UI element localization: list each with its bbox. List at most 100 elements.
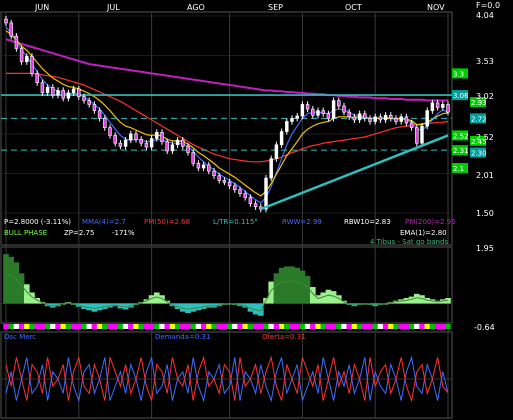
indicator-zp: ZP=2.75 [64,229,94,237]
candle-body [404,116,409,124]
phase-strip-cell [13,324,20,329]
phase-strip-cell [29,324,35,329]
candle-body [212,170,216,177]
candle-body [191,152,195,164]
phase-strip-cell [289,324,295,329]
tibus-bar [278,267,285,304]
candle-body [347,111,351,118]
candle-body [201,164,206,169]
candle-body [77,88,81,97]
phase-strip-cell [237,324,243,329]
phase-strip-cell [50,324,56,329]
phase-strip-cell [185,324,191,329]
indicator-rbw: RBW10=2.83 [344,218,391,226]
phase-strip-cell [70,324,77,329]
candle-body [316,110,320,116]
indicator-rww: RWW=2.99 [282,218,322,226]
price-tick-label: 2.01 [476,171,494,180]
price-tag-label: 2.1 [453,165,464,173]
indicator-pm50: PM(50)=2.68 [144,218,190,226]
phase-strip-cell [190,324,196,329]
candle-body [285,121,289,132]
candle-body [108,127,112,136]
indicator-pm200: PM(200)=2.95 [405,218,456,226]
candle-body [207,164,211,172]
candle-body [103,118,107,128]
candle-body [4,18,8,24]
candle-body [222,180,227,183]
candle-body [227,181,232,187]
candle-body [113,135,117,144]
candle-body [19,48,24,63]
tibus-bar [3,254,9,304]
phase-strip-cell [325,324,332,329]
phase-strip-cell [65,324,72,329]
phase-strip-cell [206,324,212,329]
candle-body [238,189,242,194]
month-label: JUL [106,3,120,12]
candle-body [30,56,34,74]
candle-body [373,116,377,122]
candle-body [9,22,13,37]
price-tag-label: 2.30 [471,150,487,158]
candle-body [368,118,372,122]
phase-strip-cell [419,324,425,329]
phase-strip-cell [278,324,285,329]
phase-strip-cell [211,324,217,329]
phase-strip-cell [408,324,415,329]
candle-body [144,142,149,148]
candle-body [123,139,128,147]
phase-strip-cell [341,324,347,329]
corner-label: F=0.0 [476,1,500,10]
bull-phase-label: BULL PHASE [4,229,47,237]
candle-body [61,90,65,99]
candle-body [269,158,273,179]
indicator-ema: EMA(1)=2.80 [400,229,447,237]
price-tag-label: 3.3 [453,70,464,78]
candle-body [97,110,102,119]
phase-strip-cell [284,324,290,329]
phase-strip-cell [393,324,399,329]
price-tick-label: 1.50 [476,209,494,218]
price-tick-label: 3.02 [476,92,494,101]
phase-strip-cell [403,324,410,329]
candle-body [295,115,299,119]
phase-strip-cell [122,324,129,329]
phase-strip-cell [180,324,186,329]
month-label: AGO [187,3,205,12]
candle-body [25,56,29,63]
tibus-bar [13,262,20,304]
background [0,0,513,420]
candle-body [394,118,398,122]
tibus-bar [294,267,300,304]
phase-strip-cell [252,324,259,329]
phase-strip-cell [263,324,269,329]
phase-strip-cell [221,324,228,329]
candle-body [300,104,305,117]
phase-strip-cell [232,324,238,329]
candle-body [175,139,180,146]
phase-strip-cell [414,324,420,329]
tibus-bar [190,303,196,312]
candle-body [82,96,86,101]
candle-body [342,105,346,113]
phase-strip-cell [154,324,160,329]
candle-body [71,88,76,94]
phase-strip-cell [148,324,155,329]
tibus-bar [268,281,274,304]
tibus-bar [284,266,290,304]
candle-body [326,113,331,119]
candle-body [160,132,164,142]
phase-strip-cell [434,324,441,329]
tibus-bar [289,266,295,304]
phase-strip-cell [367,324,373,329]
phase-strip-cell [356,324,363,329]
candle-body [415,127,419,144]
phase-strip-cell [128,324,134,329]
phase-strip-cell [299,324,306,329]
tibus-bar [91,303,98,312]
phase-strip-cell [429,324,436,329]
phase-strip-cell [96,324,103,329]
phase-strip-cell [24,324,30,329]
candle-body [45,87,50,94]
